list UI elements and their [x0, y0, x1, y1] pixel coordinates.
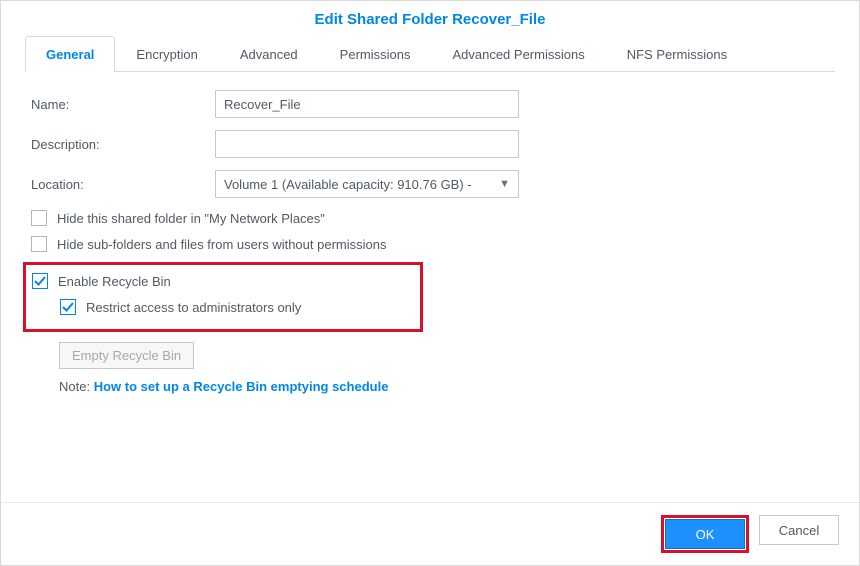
recycle-schedule-link[interactable]: How to set up a Recycle Bin emptying sch… — [94, 379, 389, 394]
content-area: Name: Description: Location: Volume 1 (A… — [1, 72, 859, 502]
location-value: Volume 1 (Available capacity: 910.76 GB)… — [224, 177, 472, 192]
enable-recycle-checkbox[interactable] — [32, 273, 48, 289]
note-text: Note: How to set up a Recycle Bin emptyi… — [59, 379, 829, 394]
location-select[interactable]: Volume 1 (Available capacity: 910.76 GB)… — [215, 170, 519, 198]
chevron-down-icon: ▼ — [499, 178, 510, 190]
enable-recycle-label: Enable Recycle Bin — [58, 274, 171, 289]
empty-recycle-button[interactable]: Empty Recycle Bin — [59, 342, 194, 369]
restrict-admin-checkbox[interactable] — [60, 299, 76, 315]
hide-subfolders-label: Hide sub-folders and files from users wi… — [57, 237, 386, 252]
tab-bar: General Encryption Advanced Permissions … — [25, 36, 835, 72]
location-label: Location: — [31, 177, 215, 192]
tab-encryption[interactable]: Encryption — [115, 36, 218, 72]
ok-button[interactable]: OK — [665, 519, 745, 549]
cancel-button[interactable]: Cancel — [759, 515, 839, 545]
tab-advanced-permissions[interactable]: Advanced Permissions — [431, 36, 605, 72]
name-input[interactable] — [215, 90, 519, 118]
recycle-bin-highlight: Enable Recycle Bin Restrict access to ad… — [23, 262, 423, 332]
dialog-footer: OK Cancel — [1, 502, 859, 565]
tab-advanced[interactable]: Advanced — [219, 36, 319, 72]
name-label: Name: — [31, 97, 215, 112]
tab-permissions[interactable]: Permissions — [319, 36, 432, 72]
hide-network-label: Hide this shared folder in "My Network P… — [57, 211, 325, 226]
tab-general[interactable]: General — [25, 36, 115, 72]
tab-nfs-permissions[interactable]: NFS Permissions — [606, 36, 748, 72]
restrict-admin-label: Restrict access to administrators only — [86, 300, 301, 315]
description-input[interactable] — [215, 130, 519, 158]
hide-subfolders-checkbox[interactable] — [31, 236, 47, 252]
hide-network-checkbox[interactable] — [31, 210, 47, 226]
ok-highlight: OK — [661, 515, 749, 553]
description-label: Description: — [31, 137, 215, 152]
dialog-title: Edit Shared Folder Recover_File — [1, 1, 859, 36]
